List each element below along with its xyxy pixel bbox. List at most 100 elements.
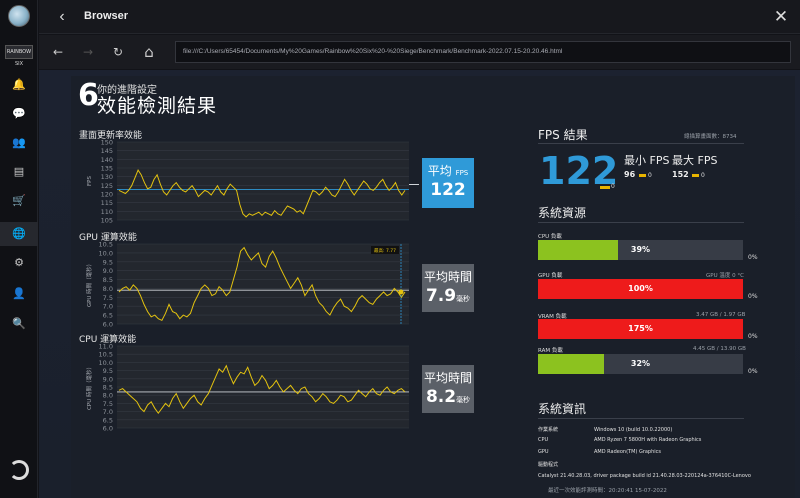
y-tick-label: 7.5 — [103, 294, 113, 302]
fps-marker — [600, 186, 610, 189]
y-tick-label: 8.5 — [103, 384, 113, 392]
avg-fps-unit: FPS — [455, 169, 469, 177]
y-tick-label: 7.5 — [103, 400, 113, 408]
y-tick-label: 130 — [101, 173, 113, 181]
search-icon[interactable]: 🔍 — [0, 312, 38, 336]
fps-chart: 150145140135130125120115110105 FPS — [87, 140, 409, 224]
ram-load-zero: 0% — [748, 368, 758, 375]
y-tick-label: 145 — [101, 147, 113, 155]
ubisoft-logo-icon[interactable] — [9, 460, 29, 480]
sysinfo-key: CPU — [538, 437, 549, 443]
sysinfo-row-cpu: CPU AMD Ryzen 7 5800H with Radeon Graphic… — [538, 437, 701, 443]
fps-zero: 0 — [611, 183, 615, 190]
vram-load-bar: 175% — [538, 319, 743, 339]
sysinfo-row-catalyst: Catalyst 21.40.28.03, driver package bui… — [538, 473, 751, 479]
y-tick-label: 140 — [101, 156, 113, 164]
y-tick-label: 9.5 — [103, 367, 113, 375]
y-tick-label: 10.5 — [99, 242, 113, 249]
avatar[interactable] — [8, 5, 30, 27]
sysinfo-key: 驅動程式 — [538, 462, 559, 468]
nav-forward-button[interactable]: → — [79, 43, 97, 61]
app-window: RAINBOW SIX 🔔 💬 👥 ▤ 🛒 🌐 ⚙ 👤 🔍 ‹ Browser … — [0, 0, 800, 498]
y-tick-label: 6.0 — [103, 321, 113, 329]
gpu-load-label: GPU 負載 — [538, 273, 563, 279]
sysinfo-value: AMD Ryzen 7 5800H with Radeon Graphics — [594, 437, 702, 443]
sysinfo-key: Catalyst 21.40.28.03, driver package bui… — [538, 473, 751, 479]
y-tick-label: 10.0 — [99, 359, 113, 367]
avg-fps-badge: 平均 FPS 122 — [422, 158, 474, 208]
friends-icon[interactable]: 👥 — [0, 131, 38, 155]
fps-avg-connector — [409, 184, 419, 185]
avg-fps-label: 平均 — [427, 164, 452, 178]
sysinfo-row-gpu: GPU AMD Radeon(TM) Graphics — [538, 449, 661, 455]
page-title: 效能檢測結果 — [97, 95, 218, 117]
min-fps-label: 最小 FPS — [624, 154, 670, 167]
y-tick-label: 11.0 — [99, 344, 113, 351]
window-title: Browser — [84, 10, 129, 22]
avg-cpu-badge: 平均時間 8.2毫秒 — [422, 365, 474, 413]
min-fps-marker — [639, 174, 646, 177]
gpu-chart: 10.510.09.59.08.58.07.57.06.56.0 GPU 時間（毫… — [85, 242, 409, 329]
y-tick-label: 7.0 — [103, 303, 113, 311]
sysinfo-title: 系統資訊 — [538, 402, 587, 416]
gpu-load-value: 100% — [628, 284, 653, 293]
library-icon[interactable]: ▤ — [0, 160, 38, 184]
sidebar: RAINBOW SIX 🔔 💬 👥 ▤ 🛒 🌐 ⚙ 👤 🔍 — [0, 0, 38, 498]
y-axis-label: CPU 時間（毫秒） — [85, 364, 93, 410]
cpu-load-label: CPU 負載 — [538, 234, 562, 240]
plot-area — [117, 142, 409, 220]
sysinfo-key: GPU — [538, 449, 549, 455]
nav-back-button[interactable]: ← — [49, 43, 67, 61]
y-tick-label: 7.0 — [103, 408, 113, 416]
account-icon[interactable]: 👤 — [0, 282, 38, 306]
cpu-load-value: 39% — [630, 245, 651, 254]
avg-cpu-unit: 毫秒 — [456, 396, 471, 404]
gpu-load-bar: 100% — [538, 279, 743, 299]
vram-usage: 3.47 GB / 1.97 GB — [696, 312, 746, 318]
resources-title: 系統資源 — [538, 206, 587, 220]
bell-icon[interactable]: 🔔 — [0, 73, 38, 97]
fps-result-title: FPS 結果 — [538, 128, 588, 142]
back-icon[interactable]: ‹ — [52, 7, 72, 27]
globe-icon[interactable]: 🌐 — [0, 222, 38, 246]
url-input[interactable]: file:///C:/Users/65454/Documents/My%20Ga… — [175, 41, 791, 63]
y-tick-label: 120 — [101, 191, 113, 199]
avg-gpu-value: 7.9 — [425, 286, 457, 306]
address-bar: ← → ↻ ⌂ file:///C:/Users/65454/Documents… — [39, 35, 800, 69]
y-tick-label: 8.5 — [103, 276, 113, 284]
sysinfo-row-driver: 驅動程式 — [538, 461, 594, 468]
close-icon[interactable]: ✕ — [770, 6, 792, 28]
y-tick-label: 125 — [101, 182, 113, 190]
y-tick-label: 6.5 — [103, 416, 113, 424]
y-tick-label: 6.5 — [103, 312, 113, 320]
settings-icon[interactable]: ⚙ — [0, 251, 38, 275]
y-tick-label: 110 — [101, 208, 113, 216]
y-tick-label: 135 — [101, 165, 113, 173]
avg-cpu-value: 8.2 — [425, 387, 457, 407]
home-button[interactable]: ⌂ — [140, 43, 158, 61]
plot-area — [117, 244, 409, 324]
chat-icon[interactable]: 💬 — [0, 102, 38, 126]
y-tick-label: 9.0 — [103, 375, 113, 383]
sysinfo-value: Windows 10 (build 10.0.22000) — [594, 427, 673, 433]
max-fps-marker — [692, 174, 699, 177]
cpu-chart: 11.010.510.09.59.08.58.07.57.06.56.0 CPU … — [85, 344, 409, 433]
ram-load-label: RAM 負載 — [538, 348, 563, 354]
y-tick-label: 6.0 — [103, 425, 113, 433]
avg-gpu-badge: 平均時間 7.9毫秒 — [422, 264, 474, 312]
y-tick-label: 150 — [101, 140, 113, 147]
y-tick-label: 115 — [101, 199, 113, 207]
max-fps-zero: 0 — [701, 172, 705, 179]
gpu-load-zero: 0% — [748, 293, 758, 300]
avg-fps-value: 122 — [430, 180, 466, 200]
game-logo[interactable]: RAINBOW SIX — [5, 45, 33, 67]
avg-gpu-unit: 毫秒 — [456, 295, 471, 303]
reload-button[interactable]: ↻ — [109, 43, 127, 61]
sysinfo-value: AMD Radeon(TM) Graphics — [594, 449, 662, 455]
max-fps-label: 最大 FPS — [672, 154, 718, 167]
ram-load-bar: 32% — [538, 354, 743, 374]
y-tick-label: 9.0 — [103, 267, 113, 275]
avg-gpu-label: 平均時間 — [423, 270, 472, 284]
store-icon[interactable]: 🛒 — [0, 189, 38, 213]
vram-load-value: 175% — [628, 324, 653, 333]
